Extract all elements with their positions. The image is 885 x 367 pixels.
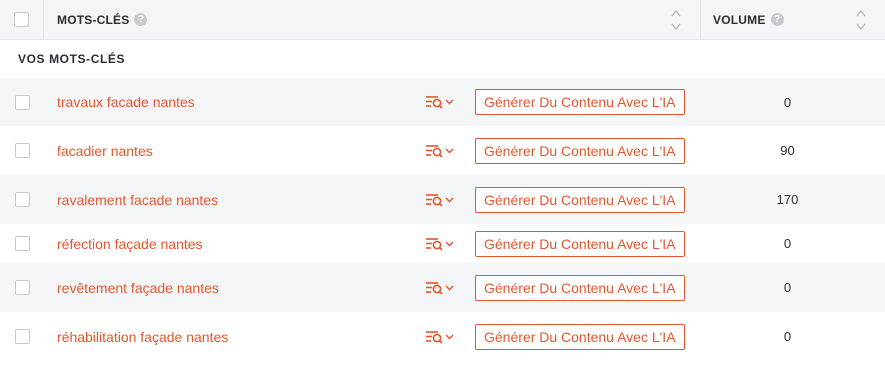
- keyword-link[interactable]: ravalement facade nantes: [44, 192, 425, 208]
- table-row: ravalement facade nantes Générer Du Cont…: [0, 175, 885, 224]
- volume-value: 170: [776, 192, 799, 207]
- generate-content-button[interactable]: Générer Du Contenu Avec L'IA: [475, 230, 685, 257]
- table-row: revêtement façade nantes Générer Du Cont…: [0, 263, 885, 312]
- generate-cell: Générer Du Contenu Avec L'IA: [475, 230, 701, 257]
- row-checkbox[interactable]: [14, 329, 30, 344]
- generate-cell: Générer Du Contenu Avec L'IA: [475, 186, 701, 213]
- generate-content-button[interactable]: Générer Du Contenu Avec L'IA: [475, 137, 685, 164]
- select-all-checkbox[interactable]: [14, 12, 29, 27]
- table-row: facadier nantes Générer Du Contenu Avec …: [0, 126, 885, 175]
- keyword-link[interactable]: travaux facade nantes: [44, 94, 425, 110]
- search-list-icon[interactable]: [425, 94, 457, 110]
- search-list-icon[interactable]: [425, 192, 457, 208]
- volume-value: 0: [783, 236, 792, 251]
- keyword-tools-cell: [425, 143, 475, 159]
- keyword-link[interactable]: revêtement façade nantes: [44, 280, 425, 296]
- sort-icon[interactable]: [670, 6, 682, 34]
- generate-content-button[interactable]: Générer Du Contenu Avec L'IA: [475, 274, 685, 301]
- row-checkbox[interactable]: [14, 280, 30, 295]
- row-select-cell: [0, 143, 44, 158]
- row-select-cell: [0, 329, 44, 344]
- sort-icon[interactable]: [855, 6, 867, 34]
- keyword-tools-cell: [425, 94, 475, 110]
- table-row: réfection façade nantes Générer Du Conte…: [0, 224, 885, 263]
- row-select-cell: [0, 94, 44, 110]
- generate-cell: Générer Du Contenu Avec L'IA: [475, 137, 701, 164]
- keyword-tools-cell: [425, 192, 475, 208]
- row-select-cell: [0, 192, 44, 207]
- keyword-link[interactable]: réhabilitation façade nantes: [44, 329, 425, 345]
- row-select-cell: [0, 280, 44, 295]
- row-checkbox[interactable]: [14, 236, 30, 251]
- generate-content-button[interactable]: Générer Du Contenu Avec L'IA: [475, 89, 685, 115]
- generate-cell: Générer Du Contenu Avec L'IA: [475, 89, 701, 115]
- search-list-icon[interactable]: [425, 143, 457, 159]
- keywords-column-label: MOTS-CLÉS: [57, 12, 130, 27]
- volume-value: 0: [783, 94, 792, 110]
- help-icon[interactable]: ?: [770, 13, 784, 26]
- row-select-cell: [0, 236, 44, 251]
- volume-column-header[interactable]: VOLUME ?: [701, 0, 885, 39]
- keyword-tools-cell: [425, 280, 475, 296]
- keyword-tools-cell: [425, 329, 475, 345]
- keywords-table: MOTS-CLÉS ? VOLUME ? VOS MOTS-CLÉS trava…: [0, 0, 885, 361]
- row-checkbox[interactable]: [14, 192, 30, 207]
- row-checkbox[interactable]: [14, 94, 30, 110]
- volume-column-label: VOLUME: [713, 12, 766, 27]
- table-row: réhabilitation façade nantes Générer Du …: [0, 312, 885, 361]
- volume-value: 0: [783, 280, 792, 295]
- volume-value: 0: [783, 329, 792, 344]
- search-list-icon[interactable]: [425, 236, 457, 252]
- keywords-column-header[interactable]: MOTS-CLÉS ?: [44, 0, 701, 39]
- select-all-cell: [0, 0, 44, 39]
- keyword-link[interactable]: réfection façade nantes: [44, 236, 425, 252]
- section-label: VOS MOTS-CLÉS: [18, 52, 126, 66]
- generate-cell: Générer Du Contenu Avec L'IA: [475, 274, 701, 301]
- table-header: MOTS-CLÉS ? VOLUME ?: [0, 0, 885, 40]
- search-list-icon[interactable]: [425, 280, 457, 296]
- rows-container: travaux facade nantes Générer Du Contenu…: [0, 78, 885, 361]
- generate-content-button[interactable]: Générer Du Contenu Avec L'IA: [475, 323, 685, 350]
- table-row: travaux facade nantes Générer Du Contenu…: [0, 78, 885, 126]
- generate-cell: Générer Du Contenu Avec L'IA: [475, 323, 701, 350]
- generate-content-button[interactable]: Générer Du Contenu Avec L'IA: [475, 186, 685, 213]
- keyword-tools-cell: [425, 236, 475, 252]
- section-heading: VOS MOTS-CLÉS: [0, 40, 885, 78]
- volume-value: 90: [780, 143, 795, 158]
- row-checkbox[interactable]: [14, 143, 30, 158]
- help-icon[interactable]: ?: [134, 13, 148, 26]
- keyword-link[interactable]: facadier nantes: [44, 143, 425, 159]
- search-list-icon[interactable]: [425, 329, 457, 345]
